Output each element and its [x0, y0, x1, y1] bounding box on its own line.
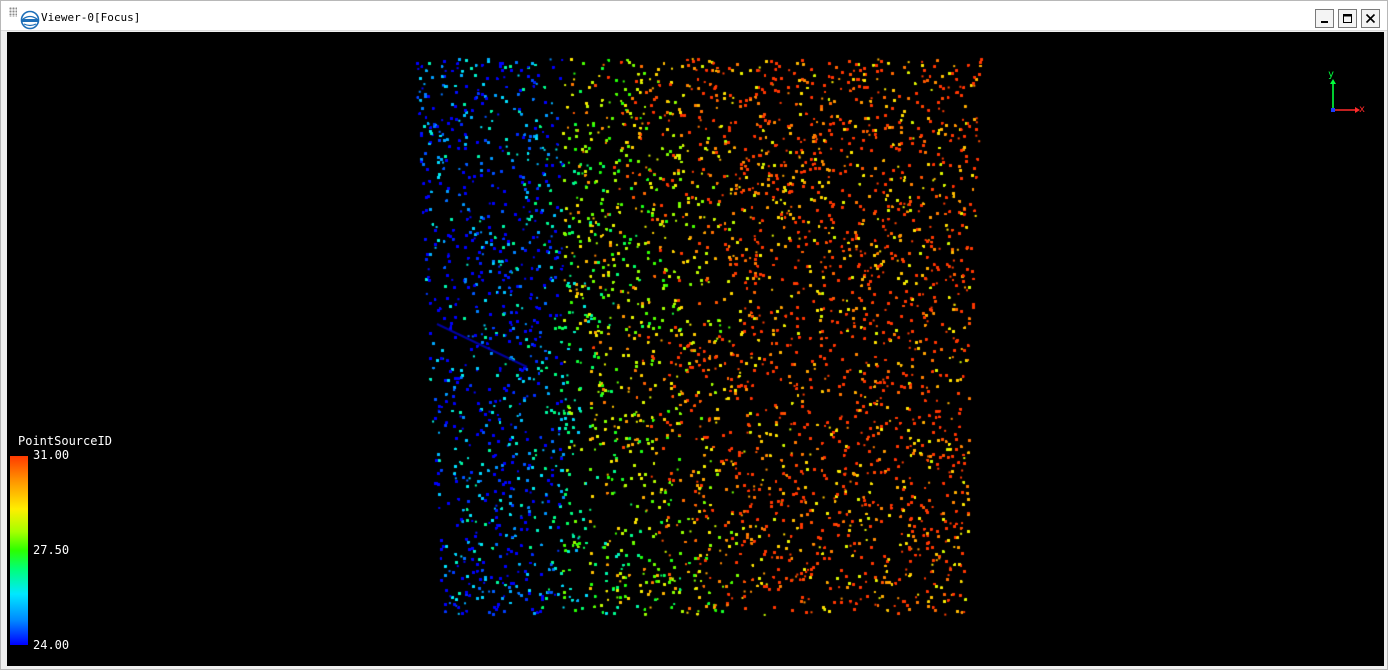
maximize-button[interactable]: [1338, 9, 1357, 28]
close-button[interactable]: [1361, 9, 1380, 28]
point-cloud-render[interactable]: [7, 32, 1384, 666]
legend-title: PointSourceID: [18, 434, 112, 448]
axis-y-label: y: [1328, 69, 1334, 80]
drag-grip-icon[interactable]: [9, 7, 17, 17]
legend-mid-label: 27.50: [33, 543, 70, 557]
window-title: Viewer-0[Focus]: [41, 11, 141, 24]
close-icon: [1365, 13, 1376, 24]
axis-z-marker: [1331, 108, 1335, 112]
axis-x-label: x: [1359, 104, 1365, 114]
point-cloud-viewport[interactable]: y x PointSourceID 31.00 27.50 24.00: [7, 32, 1384, 666]
viewer-window: Viewer-0[Focus] y x PointSourceID 31.00 …: [0, 0, 1388, 670]
minimize-button[interactable]: [1315, 9, 1334, 28]
minimize-icon: [1321, 21, 1328, 23]
axis-gizmo: y x: [1328, 69, 1365, 114]
legend-colorbar: [10, 456, 28, 645]
app-logo-icon: [20, 10, 40, 30]
legend-max-label: 31.00: [33, 448, 70, 462]
maximize-icon: [1343, 14, 1352, 23]
title-bar[interactable]: Viewer-0[Focus]: [1, 1, 1387, 31]
legend-min-label: 24.00: [33, 638, 70, 652]
